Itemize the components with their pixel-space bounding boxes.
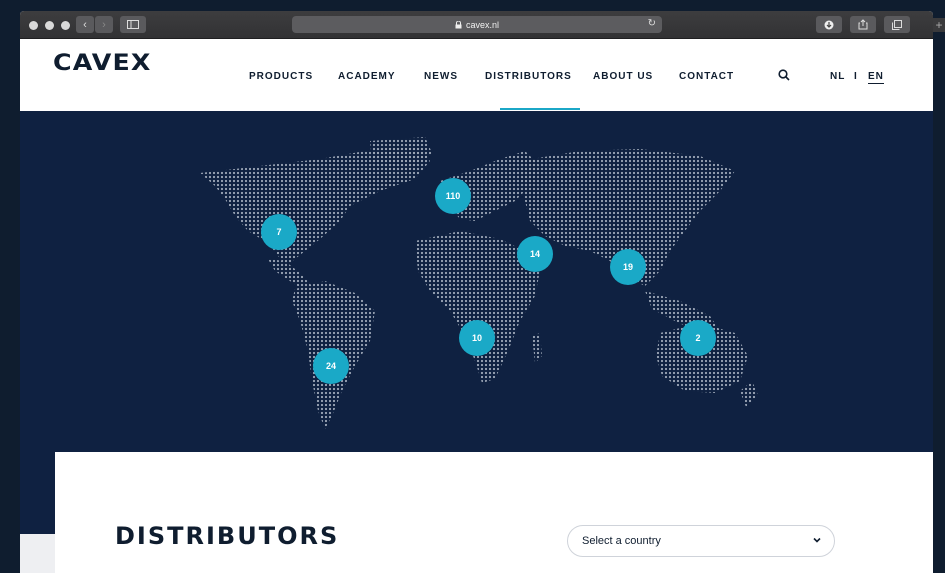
madagascar-landmass [532, 333, 542, 363]
browser-window: ‹ › cavex.nl ↻ CAVEX PRODUCTS ACADEMY NE… [20, 11, 933, 573]
country-select[interactable]: Select a country [567, 525, 835, 557]
back-button[interactable]: ‹ [76, 16, 94, 33]
close-window-button[interactable] [29, 21, 38, 30]
minimize-window-button[interactable] [45, 21, 54, 30]
lang-en[interactable]: EN [868, 71, 884, 84]
map-marker-south-america[interactable]: 24 [313, 348, 349, 384]
nav-about-us[interactable]: ABOUT US [593, 71, 653, 82]
world-map-hero: 7 110 14 19 10 2 24 [20, 111, 933, 452]
tabs-overview-button[interactable] [884, 16, 910, 33]
side-strip-grey [20, 534, 55, 573]
side-strip-dark [20, 452, 55, 534]
chevron-right-icon: › [102, 18, 106, 31]
map-marker-middle-east[interactable]: 14 [517, 236, 553, 272]
site-header [20, 39, 933, 111]
sidebar-toggle-button[interactable] [120, 16, 146, 33]
share-icon [858, 19, 868, 30]
new-tab-button[interactable]: + [933, 18, 945, 32]
new-zealand-landmass [740, 381, 758, 407]
lang-nl[interactable]: NL [830, 71, 845, 82]
download-icon [824, 20, 834, 29]
nav-academy[interactable]: ACADEMY [338, 71, 396, 82]
lock-icon [455, 20, 462, 28]
map-marker-africa[interactable]: 10 [459, 320, 495, 356]
central-america-landmass [268, 259, 312, 291]
country-select-placeholder: Select a country [582, 535, 661, 547]
cavex-logo[interactable]: CAVEX [53, 51, 152, 76]
active-nav-indicator [500, 108, 580, 110]
zoom-window-button[interactable] [61, 21, 70, 30]
chevron-down-icon [813, 537, 821, 543]
nav-distributors[interactable]: DISTRIBUTORS [485, 71, 572, 82]
map-marker-asia[interactable]: 19 [610, 249, 646, 285]
chevron-left-icon: ‹ [83, 18, 87, 31]
browser-toolbar: ‹ › cavex.nl ↻ [20, 11, 933, 39]
share-button[interactable] [850, 16, 876, 33]
search-icon[interactable] [778, 69, 790, 81]
world-map [200, 137, 758, 429]
reload-icon[interactable]: ↻ [648, 18, 656, 29]
map-marker-north-america[interactable]: 7 [261, 214, 297, 250]
distributors-section: DISTRIBUTORS Select a country [55, 452, 933, 573]
forward-button[interactable]: › [95, 16, 113, 33]
nav-products[interactable]: PRODUCTS [249, 71, 313, 82]
sidebar-icon [127, 20, 139, 29]
url-text: cavex.nl [465, 19, 500, 30]
downloads-button[interactable] [816, 16, 842, 33]
address-bar[interactable]: cavex.nl ↻ [292, 16, 662, 33]
map-marker-oceania[interactable]: 2 [680, 320, 716, 356]
map-marker-europe[interactable]: 110 [435, 178, 471, 214]
nav-contact[interactable]: CONTACT [679, 71, 734, 82]
lang-separator: I [854, 71, 858, 82]
tabs-icon [892, 19, 902, 30]
nav-news[interactable]: NEWS [424, 71, 458, 82]
section-title: DISTRIBUTORS [115, 522, 340, 550]
